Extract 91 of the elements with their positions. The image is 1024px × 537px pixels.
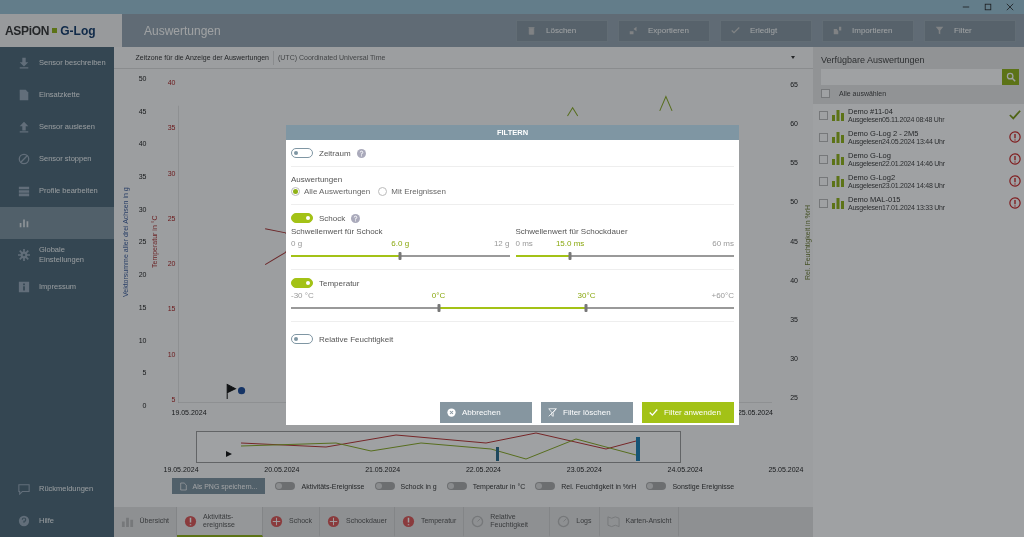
radio-button[interactable] <box>291 187 300 196</box>
burst-icon <box>270 514 284 528</box>
slider-label: Schwellenwert für Schockdauer <box>515 227 629 236</box>
help-icon <box>18 515 30 527</box>
slider-thumb[interactable] <box>437 304 440 312</box>
chart-icon <box>18 217 30 229</box>
sidebar-item[interactable] <box>0 207 114 239</box>
radio-option[interactable]: Mit Ereignissen <box>378 187 446 196</box>
gauge-icon <box>471 514 485 528</box>
info-icon <box>18 281 30 293</box>
settings-icon <box>18 249 30 261</box>
alert-icon <box>401 514 415 528</box>
slider-max: 12 g <box>493 239 510 249</box>
close-icon[interactable] <box>1006 3 1014 11</box>
bar-chart-icon <box>832 175 844 187</box>
toolbar-button[interactable]: Filter <box>924 19 1016 42</box>
toggle-switch[interactable] <box>291 278 313 288</box>
document-icon <box>18 89 30 101</box>
caret-icon <box>791 56 795 59</box>
slider-min: -30 °C <box>291 291 314 301</box>
alert-icon <box>1009 131 1021 143</box>
group-label: Auswertungen <box>291 175 344 184</box>
filter-icon <box>935 26 944 35</box>
gauge-icon <box>557 514 571 528</box>
toggle-label: Zeitraum <box>319 148 351 158</box>
toggle-switch[interactable] <box>446 482 467 490</box>
slider-min: 0 g <box>291 239 303 249</box>
upload-icon <box>18 121 30 133</box>
panel-title: Verfügbare Auswertungen <box>821 55 926 65</box>
list-icon <box>18 185 30 197</box>
slider-max: 60 ms <box>712 239 734 249</box>
maximize-icon[interactable] <box>984 3 992 11</box>
page-title: Auswertungen <box>144 23 221 38</box>
checkbox[interactable] <box>819 132 828 142</box>
toggle-label: Temperatur <box>319 278 360 288</box>
slider-value: 15.0 ms <box>555 239 585 248</box>
search-button[interactable] <box>1002 69 1019 85</box>
speech-bubble-icon <box>18 483 30 495</box>
slider-label: Schwellenwert für Schock <box>291 227 384 236</box>
burst-icon <box>327 514 341 528</box>
search-icon <box>1005 72 1016 82</box>
bar-chart-icon <box>832 197 844 209</box>
toggle-label: Relative Feuchtigkeit <box>319 334 394 344</box>
checkbox[interactable] <box>819 176 828 186</box>
alert-icon <box>1009 197 1021 209</box>
radio-option[interactable]: Alle Auswertungen <box>291 187 371 196</box>
check-icon <box>731 26 740 35</box>
slider-max: +60°C <box>711 291 734 301</box>
checkbox[interactable] <box>821 89 830 98</box>
toggle-label: Schock <box>319 213 346 223</box>
alert-icon <box>1009 153 1021 165</box>
download-icon <box>18 57 30 69</box>
help-icon[interactable] <box>351 213 361 223</box>
export-icon <box>629 26 638 35</box>
toggle-switch[interactable] <box>291 213 313 223</box>
minimize-icon[interactable] <box>962 3 970 11</box>
bar-chart-icon <box>832 109 844 121</box>
checkbox[interactable] <box>819 198 828 208</box>
document-icon <box>179 481 187 491</box>
prohibited-icon <box>18 153 30 165</box>
toggle-switch[interactable] <box>535 482 556 490</box>
toolbar-button[interactable]: Importieren <box>822 19 914 42</box>
toolbar-button[interactable]: Löschen <box>516 19 608 42</box>
slider-min: 0 ms <box>515 239 533 249</box>
apply-filter-button[interactable]: Filter anwenden <box>642 402 734 423</box>
check-icon <box>649 408 658 417</box>
check-icon <box>1009 109 1021 121</box>
toggle-switch[interactable] <box>374 482 395 490</box>
trash-icon <box>527 26 536 35</box>
slider-thumb[interactable] <box>398 252 402 260</box>
close-icon <box>447 408 456 417</box>
slider-thumb[interactable] <box>568 252 572 260</box>
checkbox[interactable] <box>819 110 828 120</box>
bar-chart-icon <box>832 131 844 143</box>
help-icon[interactable] <box>356 148 366 158</box>
filter-off-icon <box>548 408 557 417</box>
import-icon <box>833 26 842 35</box>
bar-chart-icon <box>832 153 844 165</box>
alert-icon <box>1009 175 1021 187</box>
toggle-switch[interactable] <box>275 482 296 490</box>
slider-value: 6.0 g <box>391 239 410 248</box>
toggle-switch[interactable] <box>646 482 667 490</box>
clear-filter-button[interactable]: Filter löschen <box>541 402 633 423</box>
checkbox[interactable] <box>819 154 828 164</box>
alert-icon <box>184 514 198 528</box>
toolbar-button[interactable]: Exportieren <box>618 19 710 42</box>
slider-thumb[interactable] <box>584 304 588 312</box>
search-field[interactable] <box>821 69 1002 85</box>
slider-value: 0°C <box>431 291 446 300</box>
cancel-button[interactable]: Abbrechen <box>440 402 532 423</box>
slider-value: 30°C <box>577 291 596 300</box>
